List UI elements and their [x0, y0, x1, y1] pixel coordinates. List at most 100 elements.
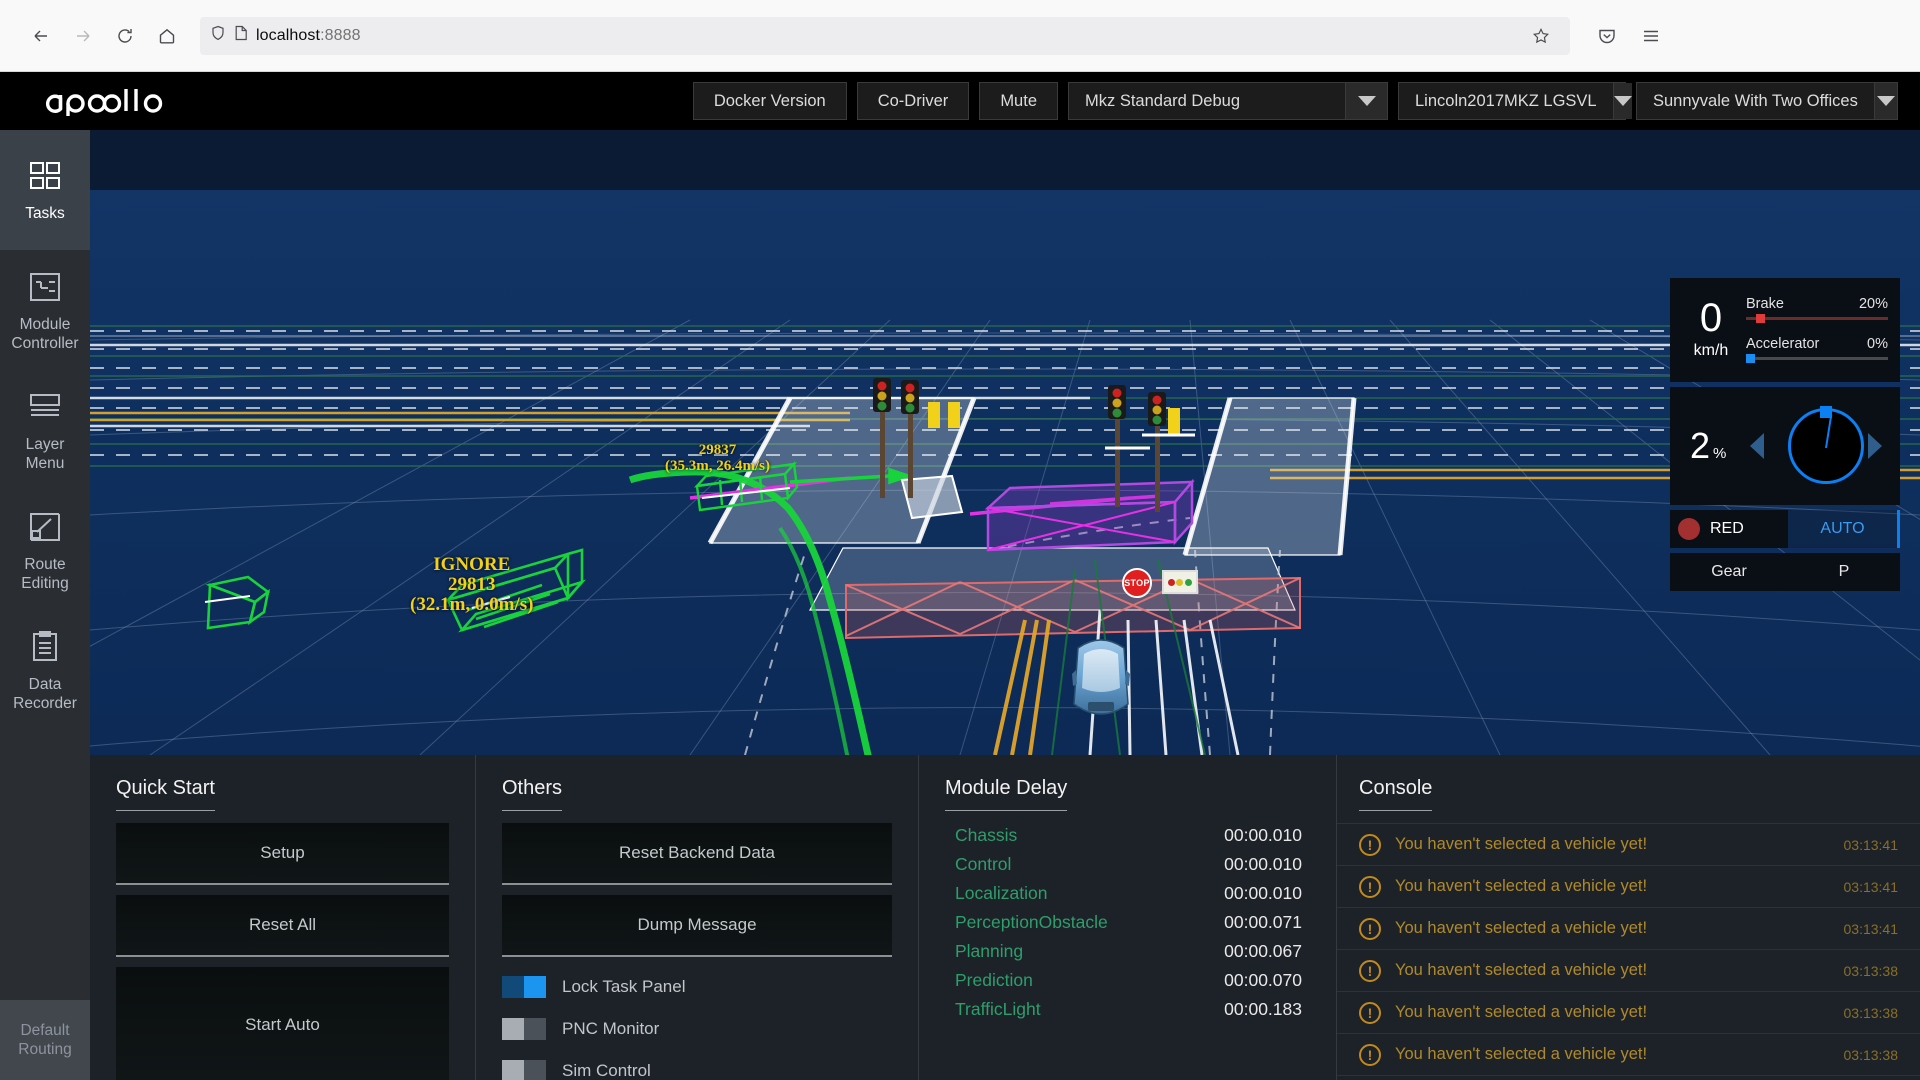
- list-item[interactable]: ! You haven't selected a vehicle yet! 03…: [1337, 991, 1920, 1033]
- url-host: localhost: [256, 26, 321, 44]
- list-item[interactable]: ! You haven't selected a vehicle yet! 03…: [1337, 949, 1920, 991]
- traffic-light-dot-icon: [1678, 518, 1700, 540]
- list-item[interactable]: ! You haven't selected a vehicle yet! 03…: [1337, 823, 1920, 865]
- toggle-row-lock-task-panel[interactable]: Lock Task Panel: [502, 967, 892, 1007]
- sidebar-item-module-controller[interactable]: Module Controller: [0, 250, 90, 370]
- mute-button[interactable]: Mute: [979, 82, 1058, 120]
- obstacle-info: (32.1m, 0.0m/s): [410, 594, 534, 615]
- sidebar-item-label: Data Recorder: [13, 675, 77, 712]
- list-item[interactable]: ! You haven't selected a vehicle yet! 03…: [1337, 865, 1920, 907]
- toggle-label: PNC Monitor: [562, 1019, 660, 1038]
- setup-button[interactable]: Setup: [116, 823, 449, 885]
- delay-module-name: Prediction: [955, 970, 1033, 990]
- quick-start-title: Quick Start: [116, 777, 215, 811]
- dump-message-button[interactable]: Dump Message: [502, 895, 892, 957]
- pocket-icon[interactable]: [1588, 17, 1626, 55]
- sidebar-item-layer-menu[interactable]: Layer Menu: [0, 370, 90, 490]
- vehicle-select[interactable]: Lincoln2017MKZ LGSVL: [1398, 82, 1632, 120]
- list-item[interactable]: ! You haven't selected a vehicle yet! 03…: [1337, 1033, 1920, 1075]
- traffic-light-label: RED: [1710, 520, 1744, 537]
- delay-module-value: 00:00.067: [1224, 941, 1302, 961]
- sidebar-item-label: Module Controller: [11, 315, 79, 352]
- console-message: You haven't selected a vehicle yet!: [1395, 919, 1648, 937]
- mode-select[interactable]: Mkz Standard Debug: [1068, 82, 1388, 120]
- traffic-light-status-row: RED AUTO: [1670, 510, 1900, 548]
- obstacle-label-29813: IGNORE 29813 (32.1m, 0.0m/s): [410, 555, 533, 615]
- turn-signal-right-icon: [1868, 433, 1882, 459]
- reset-backend-data-button[interactable]: Reset Backend Data: [502, 823, 892, 885]
- accelerator-value: 0%: [1867, 335, 1888, 352]
- module-delay-title: Module Delay: [945, 777, 1068, 811]
- quick-start-panel: Quick Start Setup Reset All Start Auto: [90, 755, 475, 1080]
- delay-module-name: Planning: [955, 941, 1024, 961]
- toggle-row-pnc-monitor[interactable]: PNC Monitor: [502, 1009, 892, 1049]
- toggle-row-sim-control[interactable]: Sim Control: [502, 1051, 892, 1080]
- accelerator-label: Accelerator: [1746, 335, 1820, 352]
- speed-unit: km/h: [1693, 342, 1729, 359]
- steering-wheel-card: 2 %: [1670, 387, 1900, 505]
- toggle-label: Lock Task Panel: [562, 977, 686, 996]
- sidebar-item-tasks[interactable]: Tasks: [0, 130, 90, 250]
- accelerator-row: Accelerator 0%: [1746, 335, 1888, 363]
- delay-module-value: 00:00.010: [1224, 825, 1302, 845]
- back-icon[interactable]: [22, 17, 60, 55]
- hamburger-menu-icon[interactable]: [1632, 17, 1670, 55]
- pedal-bars: Brake 20% Accelerator 0%: [1742, 296, 1888, 363]
- stop-sign-label: STOP: [1124, 578, 1150, 588]
- others-panel: Others Reset Backend Data Dump Message L…: [475, 755, 918, 1080]
- gear-value: P: [1838, 563, 1850, 580]
- bottom-panels: Quick Start Setup Reset All Start Auto O…: [90, 755, 1920, 1080]
- apollo-logo: [0, 84, 200, 118]
- delay-module-name: PerceptionObstacle: [955, 912, 1108, 932]
- 3d-scene-viewport[interactable]: IGNORE 29813 (32.1m, 0.0m/s) 29837 (35.3…: [90, 130, 1920, 755]
- delay-module-value: 00:00.070: [1224, 970, 1302, 990]
- home-icon[interactable]: [148, 17, 186, 55]
- toggle-label: Sim Control: [562, 1061, 651, 1080]
- page-icon: [234, 25, 248, 46]
- delay-module-value: 00:00.010: [1224, 883, 1302, 903]
- list-item[interactable]: ! You haven't selected a vehicle yet! 03…: [1337, 1075, 1920, 1080]
- chevron-down-icon[interactable]: [1345, 83, 1387, 119]
- steering-readout: 2 %: [1690, 428, 1726, 464]
- sidebar-item-label: Route Editing: [21, 555, 69, 592]
- route-icon: [27, 508, 63, 546]
- others-title: Others: [502, 777, 563, 811]
- list-item[interactable]: ! You haven't selected a vehicle yet! 03…: [1337, 907, 1920, 949]
- url-text: localhost:8888: [256, 27, 361, 45]
- lock-task-panel-toggle[interactable]: [502, 976, 546, 998]
- console-time: 03:13:41: [1843, 878, 1899, 895]
- obstacle-id: 29813: [447, 574, 496, 595]
- sidebar-item-label: Layer Menu: [25, 435, 65, 472]
- sidebar-default-routing-button[interactable]: Default Routing: [0, 1000, 90, 1080]
- pnc-monitor-toggle[interactable]: [502, 1018, 546, 1040]
- console-message: You haven't selected a vehicle yet!: [1395, 1045, 1648, 1063]
- chevron-down-icon[interactable]: [1873, 83, 1897, 119]
- co-driver-button[interactable]: Co-Driver: [856, 82, 970, 120]
- warning-icon: !: [1359, 959, 1381, 982]
- apollo-dreamview-app: Docker Version Co-Driver Mute Mkz Standa…: [0, 72, 1920, 1080]
- start-auto-button[interactable]: Start Auto: [116, 967, 449, 1080]
- chevron-down-icon[interactable]: [1612, 83, 1632, 119]
- sidebar-item-data-recorder[interactable]: Data Recorder: [0, 610, 90, 730]
- sidebar-item-route-editing[interactable]: Route Editing: [0, 490, 90, 610]
- vehicle-select-value: Lincoln2017MKZ LGSVL: [1415, 91, 1597, 110]
- console-message: You haven't selected a vehicle yet!: [1395, 877, 1648, 895]
- address-bar[interactable]: localhost:8888: [200, 16, 1570, 55]
- map-select[interactable]: Sunnyvale With Two Offices: [1636, 82, 1898, 120]
- star-icon[interactable]: [1522, 17, 1560, 55]
- reload-icon[interactable]: [106, 17, 144, 55]
- brake-knob: [1755, 313, 1765, 323]
- docker-version-button[interactable]: Docker Version: [692, 82, 847, 120]
- obstacle-label-29837: 29837 (35.3m, 26.4m/s): [665, 442, 770, 474]
- warning-icon: !: [1359, 875, 1381, 898]
- delay-row: TrafficLight 00:00.183: [945, 997, 1310, 1022]
- sim-control-toggle[interactable]: [502, 1060, 546, 1080]
- warning-icon: !: [1359, 1043, 1381, 1066]
- console-list[interactable]: ! You haven't selected a vehicle yet! 03…: [1337, 823, 1920, 1080]
- forward-icon[interactable]: [64, 17, 102, 55]
- delay-row: Control 00:00.010: [945, 852, 1310, 877]
- mode-select-value: Mkz Standard Debug: [1085, 91, 1241, 110]
- reset-all-button[interactable]: Reset All: [116, 895, 449, 957]
- traffic-light-icon: [1162, 570, 1198, 594]
